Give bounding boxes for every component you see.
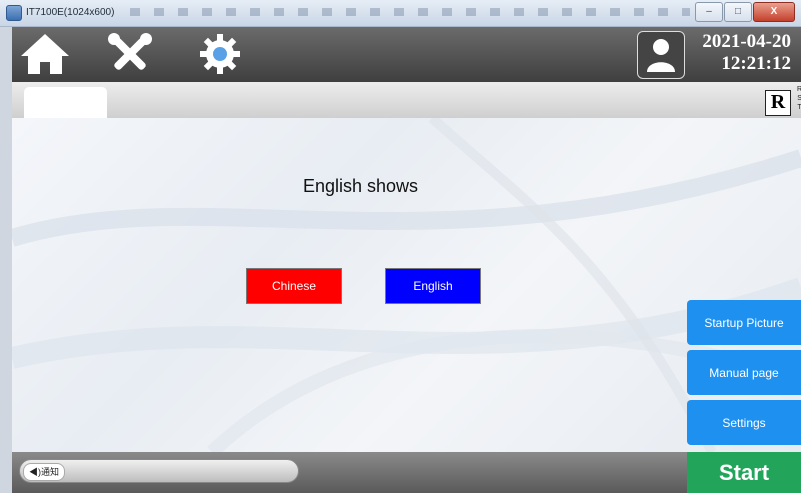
english-button[interactable]: English (385, 268, 481, 304)
rst-indicator: R S T (797, 85, 801, 112)
titlebar-toolbar-strip (130, 8, 690, 16)
start-button[interactable]: Start (687, 452, 801, 493)
close-button[interactable]: X (753, 2, 795, 22)
startup-picture-button[interactable]: Startup Picture (687, 300, 801, 345)
page-headline: English shows (302, 176, 419, 196)
minimize-button[interactable]: – (695, 2, 723, 22)
manual-page-button[interactable]: Manual page (687, 350, 801, 395)
rst-t: T (797, 104, 801, 111)
datetime-display: 2021-04-20 12:21:12 (702, 31, 791, 75)
time-text: 12:21:12 (721, 53, 791, 74)
maximize-button[interactable]: □ (724, 2, 752, 22)
notice-bar[interactable]: ◀)通知 (19, 459, 299, 483)
window-title: IT7100E(1024x600) (26, 7, 115, 18)
notice-label: ◀)通知 (23, 463, 65, 481)
app-header: 2021-04-20 12:21:12 (12, 27, 801, 82)
main-panel: English shows Chinese English Startup Pi… (12, 118, 801, 452)
rst-s: S (797, 95, 801, 102)
app-icon (6, 5, 22, 21)
user-icon[interactable] (637, 31, 685, 79)
home-icon[interactable] (17, 30, 73, 78)
rst-r: R (797, 86, 801, 93)
bottom-bar: ◀)通知 Start (12, 452, 801, 493)
record-indicator[interactable]: R (765, 90, 791, 116)
window-controls: – □ X (694, 2, 795, 22)
tab-current[interactable] (24, 87, 107, 118)
chinese-button[interactable]: Chinese (246, 268, 342, 304)
date-text: 2021-04-20 (702, 31, 791, 52)
window-titlebar: IT7100E(1024x600) – □ X (0, 0, 801, 27)
tab-strip: R R S T (12, 82, 801, 119)
gear-icon[interactable] (192, 30, 248, 78)
tools-icon[interactable] (102, 30, 158, 78)
settings-button[interactable]: Settings (687, 400, 801, 445)
